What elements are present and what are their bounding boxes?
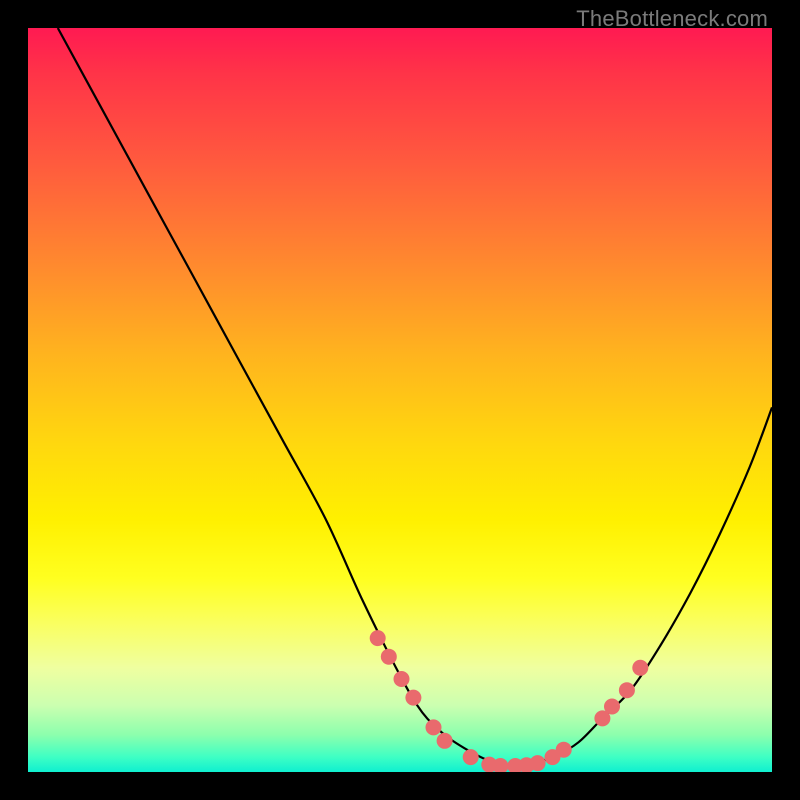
data-marker (370, 630, 386, 646)
data-marker (530, 755, 546, 771)
left-curve (58, 28, 512, 766)
plot-area (28, 28, 772, 772)
data-marker (463, 749, 479, 765)
curve-group (58, 28, 772, 766)
data-marker (619, 682, 635, 698)
data-marker (556, 742, 572, 758)
data-marker (604, 699, 620, 715)
data-marker (381, 649, 397, 665)
data-marker (394, 671, 410, 687)
data-marker (437, 733, 453, 749)
data-marker (632, 660, 648, 676)
watermark-text: TheBottleneck.com (576, 6, 768, 32)
data-marker (405, 690, 421, 706)
chart-frame: TheBottleneck.com (0, 0, 800, 800)
chart-svg (28, 28, 772, 772)
marker-group (370, 630, 649, 772)
right-curve (512, 407, 772, 766)
data-marker (426, 719, 442, 735)
